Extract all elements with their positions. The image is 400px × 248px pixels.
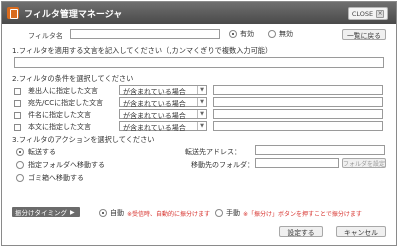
disabled-label: 無効 — [279, 30, 293, 38]
condition-input[interactable] — [213, 85, 383, 95]
filter-name-input[interactable] — [70, 29, 220, 39]
move-folder-input[interactable] — [255, 158, 339, 168]
condition-label: 本文に指定した文言 — [28, 123, 91, 131]
action-move: 指定フォルダへ移動する — [16, 160, 105, 170]
condition-select-value: が含まれている場合 — [123, 99, 186, 108]
manual-note: ※「振分け」ボタンを押すことで振分けます — [243, 210, 362, 218]
condition-select-value: が含まれている場合 — [123, 87, 186, 96]
enabled-radio-group: 有効 無効 — [229, 29, 293, 39]
keyword-input[interactable] — [14, 57, 384, 68]
sort-timing-tag: 振分けタイミング ▶ — [12, 207, 80, 217]
enabled-label: 有効 — [240, 30, 254, 38]
condition-checkbox[interactable] — [14, 123, 21, 131]
chevron-down-icon: ▼ — [197, 86, 206, 94]
timing-auto: 自動 ※受信時、自動的に振分けます — [99, 208, 210, 218]
condition-checkbox[interactable] — [14, 111, 21, 119]
section1-title: 1.フィルタを適用する文言を記入してください（,カンマくぎりで複数入力可能） — [12, 46, 273, 55]
chevron-down-icon: ▼ — [197, 110, 206, 118]
condition-input[interactable] — [213, 97, 383, 107]
condition-select[interactable]: が含まれている場合 ▼ — [119, 121, 207, 132]
section2-title: 2.フィルタの条件を選択してください — [12, 74, 134, 83]
condition-row-from: 差出人に指定した文言 が含まれている場合 ▼ — [14, 85, 383, 96]
titlebar: フィルタ管理マネージャ CLOSE × — [2, 2, 396, 24]
forward-radio[interactable] — [16, 148, 24, 156]
condition-select[interactable]: が含まれている場合 ▼ — [119, 97, 207, 108]
forward-address-label: 転送先アドレス： — [185, 148, 241, 156]
disabled-radio[interactable] — [268, 30, 276, 38]
filter-manager-window: フィルタ管理マネージャ CLOSE × フィルタ名 有効 無効 一覧に戻る 1.… — [1, 1, 397, 246]
sort-timing-label: 振分けタイミング — [15, 209, 67, 217]
move-action-label: 指定フォルダへ移動する — [28, 161, 105, 169]
chevron-down-icon: ▼ — [197, 98, 206, 106]
manual-label: 手動 — [226, 209, 240, 217]
filter-name-label: フィルタ名 — [28, 32, 63, 40]
window-title: フィルタ管理マネージャ — [24, 10, 123, 20]
auto-note: ※受信時、自動的に振分けます — [127, 210, 211, 218]
action-forward: 転送する — [16, 147, 56, 157]
close-label: CLOSE — [351, 9, 374, 18]
timing-manual: 手動 ※「振分け」ボタンを押すことで振分けます — [215, 208, 362, 218]
manual-radio[interactable] — [215, 209, 223, 217]
chevron-right-icon: ▶ — [70, 208, 75, 216]
action-trash: ゴミ箱へ移動する — [16, 173, 84, 183]
condition-select[interactable]: が含まれている場合 ▼ — [119, 109, 207, 120]
enabled-radio[interactable] — [229, 30, 237, 38]
condition-label: 差出人に指定した文言 — [28, 87, 98, 95]
condition-checkbox[interactable] — [14, 87, 21, 95]
condition-input[interactable] — [213, 109, 383, 119]
filter-icon — [7, 7, 19, 19]
condition-select-value: が含まれている場合 — [123, 111, 186, 120]
back-to-list-button[interactable]: 一覧に戻る — [342, 29, 386, 40]
move-radio[interactable] — [16, 161, 24, 169]
close-button[interactable]: CLOSE × — [348, 7, 388, 20]
condition-label: 件名に指定した文言 — [28, 111, 91, 119]
cancel-button[interactable]: キャンセル — [336, 226, 386, 237]
auto-label: 自動 — [110, 209, 124, 217]
condition-row-to: 宛先/CCに指定した文言 が含まれている場合 ▼ — [14, 97, 383, 108]
condition-row-body: 本文に指定した文言 が含まれている場合 ▼ — [14, 121, 383, 132]
forward-action-label: 転送する — [28, 148, 56, 156]
condition-checkbox[interactable] — [14, 99, 21, 107]
condition-select-value: が含まれている場合 — [123, 123, 186, 132]
forward-address-input[interactable] — [255, 145, 385, 155]
trash-action-label: ゴミ箱へ移動する — [28, 174, 84, 182]
section3-title: 3.フィルタのアクションを選択してください — [12, 135, 155, 144]
chevron-down-icon: ▼ — [197, 122, 206, 130]
auto-radio[interactable] — [99, 209, 107, 217]
save-button[interactable]: 設定する — [279, 226, 323, 237]
folder-setting-button[interactable]: フォルダを設定 — [342, 158, 386, 168]
close-icon: × — [376, 9, 385, 18]
move-folder-label: 移動先のフォルダ： — [191, 161, 254, 169]
condition-select[interactable]: が含まれている場合 ▼ — [119, 85, 207, 96]
condition-label: 宛先/CCに指定した文言 — [28, 99, 104, 107]
condition-input[interactable] — [213, 121, 383, 131]
condition-row-subject: 件名に指定した文言 が含まれている場合 ▼ — [14, 109, 383, 120]
trash-radio[interactable] — [16, 174, 24, 182]
